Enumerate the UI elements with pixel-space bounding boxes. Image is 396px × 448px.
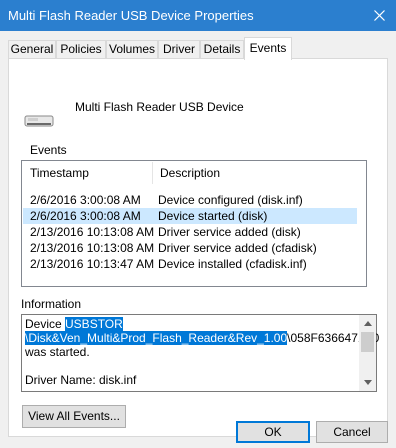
cancel-button[interactable]: Cancel: [316, 421, 388, 443]
events-list[interactable]: Timestamp Description 2/6/2016 3:00:08 A…: [21, 160, 367, 287]
event-row[interactable]: 2/13/2016 10:13:08 AM Driver service add…: [23, 240, 357, 256]
scroll-down-button[interactable]: [359, 374, 376, 391]
info-prefix: Device: [25, 317, 66, 331]
window-title: Multi Flash Reader USB Device Properties: [8, 8, 254, 23]
event-description: Driver service added (disk): [158, 225, 301, 239]
event-row[interactable]: 2/13/2016 10:13:08 AM Driver service add…: [23, 224, 357, 240]
ok-button[interactable]: OK: [236, 421, 310, 443]
info-line-2: \Disk&Ven_Multi&Prod_Flash_Reader&Rev_1.…: [25, 331, 379, 345]
tab-driver[interactable]: Driver: [158, 40, 200, 59]
tab-volumes[interactable]: Volumes: [106, 40, 158, 59]
view-all-events-button[interactable]: View All Events...: [22, 405, 126, 428]
usb-drive-icon: [24, 115, 54, 127]
info-selected-text: USBSTOR: [65, 317, 123, 331]
tab-policies[interactable]: Policies: [56, 40, 106, 59]
event-description: Device installed (cfadisk.inf): [158, 257, 307, 271]
info-line-5: Driver Name: disk.inf: [25, 373, 137, 387]
title-bar: Multi Flash Reader USB Device Properties: [0, 0, 396, 31]
event-row[interactable]: 2/6/2016 3:00:08 AM Device configured (d…: [23, 192, 357, 208]
info-selected-text: \Disk&Ven_Multi&Prod_Flash_Reader&Rev_1.…: [25, 331, 288, 345]
close-icon: [373, 10, 385, 21]
event-description: Device started (disk): [158, 209, 268, 223]
tab-details[interactable]: Details: [200, 40, 244, 59]
device-name: Multi Flash Reader USB Device: [75, 100, 244, 114]
event-timestamp: 2/13/2016 10:13:47 AM: [30, 257, 155, 271]
information-textbox[interactable]: Device USBSTOR \Disk&Ven_Multi&Prod_Flas…: [21, 314, 379, 392]
event-row-selected[interactable]: 2/6/2016 3:00:08 AM Device started (disk…: [23, 208, 357, 224]
event-row[interactable]: 2/13/2016 10:13:47 AM Device installed (…: [23, 256, 357, 272]
event-description: Device configured (disk.inf): [158, 193, 303, 207]
events-tab-panel: Multi Flash Reader USB Device Events Tim…: [8, 58, 388, 437]
chevron-up-icon: [363, 321, 372, 326]
info-line-1: Device USBSTOR: [25, 317, 123, 331]
chevron-down-icon: [363, 380, 372, 385]
information-section-label: Information: [21, 297, 82, 311]
events-list-header: Timestamp Description: [23, 162, 365, 184]
event-timestamp: 2/6/2016 3:00:08 AM: [30, 193, 141, 207]
info-scrollbar[interactable]: [359, 315, 376, 391]
column-header-description[interactable]: Description: [153, 162, 367, 184]
event-timestamp: 2/13/2016 10:13:08 AM: [30, 225, 155, 239]
close-button[interactable]: [362, 0, 396, 31]
tab-general[interactable]: General: [8, 40, 56, 59]
dialog-client-area: General Policies Volumes Driver Details …: [0, 31, 396, 448]
event-description: Driver service added (cfadisk): [158, 241, 317, 255]
tab-events[interactable]: Events: [244, 37, 292, 60]
info-line-3: was started.: [25, 345, 90, 359]
scroll-thumb[interactable]: [361, 332, 374, 352]
scroll-up-button[interactable]: [359, 315, 376, 332]
event-timestamp: 2/6/2016 3:00:08 AM: [30, 209, 141, 223]
event-timestamp: 2/13/2016 10:13:08 AM: [30, 241, 155, 255]
column-header-timestamp[interactable]: Timestamp: [23, 162, 153, 184]
events-section-label: Events: [30, 143, 67, 157]
